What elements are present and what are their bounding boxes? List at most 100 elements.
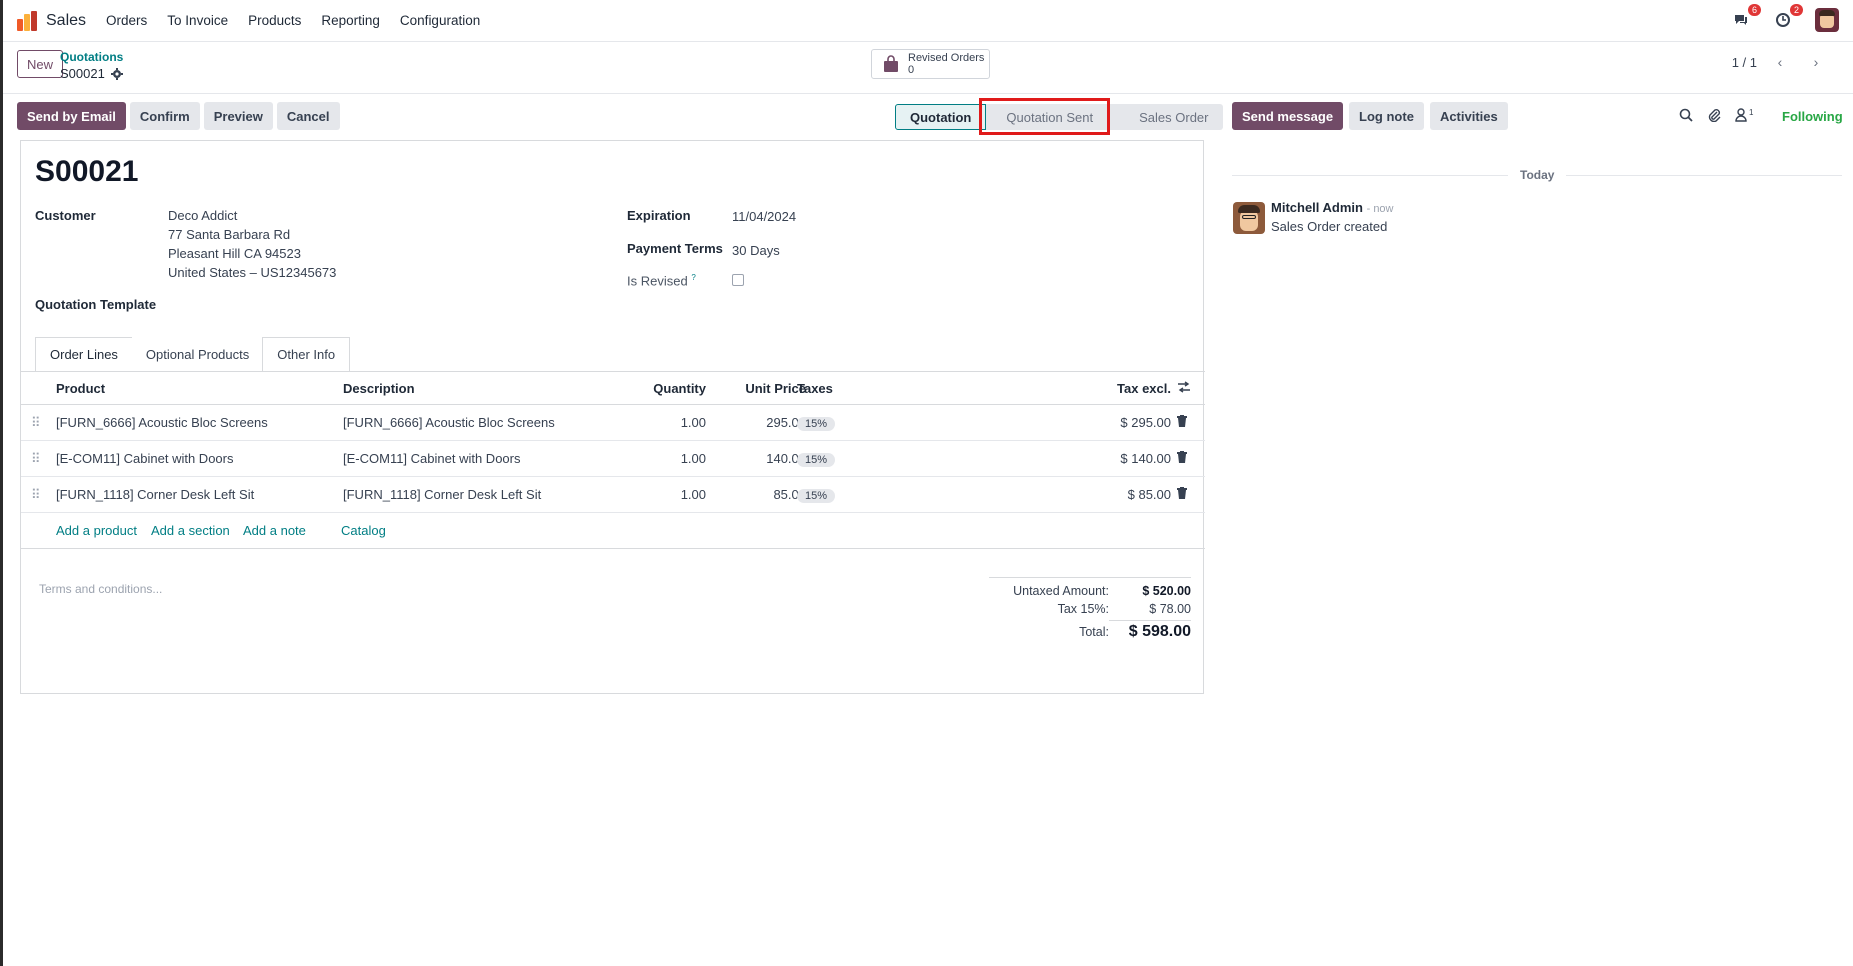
messages-icon[interactable]: 6 [1731, 4, 1761, 30]
row-description[interactable]: [FURN_6666] Acoustic Bloc Screens [343, 415, 555, 430]
preview-button[interactable]: Preview [203, 102, 273, 130]
tax-value: $ 78.00 [1149, 602, 1191, 616]
menu-configuration[interactable]: Configuration [400, 13, 480, 28]
row-product[interactable]: [FURN_6666] Acoustic Bloc Screens [56, 415, 268, 430]
row-unit-price[interactable]: 85.00 [706, 487, 806, 502]
user-avatar[interactable] [1815, 8, 1839, 32]
add-note-link[interactable]: Add a note [243, 523, 306, 538]
message-author: Mitchell Admin - now [1271, 200, 1394, 215]
table-row[interactable]: ⠿ [E-COM11] Cabinet with Doors [E-COM11]… [21, 441, 1205, 477]
tax-label: Tax 15%: [1057, 602, 1109, 616]
total-label: Total: [1079, 625, 1109, 639]
tax-badge: 15% [797, 488, 836, 503]
row-quantity[interactable]: 1.00 [581, 487, 706, 502]
send-by-email-button[interactable]: Send by Email [17, 102, 126, 130]
row-tax[interactable]: 15% [797, 451, 836, 467]
pager-previous-icon[interactable]: ‹ [1767, 51, 1793, 73]
tab-other-info[interactable]: Other Info [262, 337, 351, 371]
header-description[interactable]: Description [343, 381, 415, 396]
revised-orders-count: 0 [908, 64, 915, 76]
send-message-button[interactable]: Send message [1232, 102, 1344, 130]
add-section-link[interactable]: Add a section [151, 523, 230, 538]
pager-value[interactable]: 1 / 1 [1732, 55, 1757, 70]
activities-clock-icon[interactable]: 2 [1773, 4, 1803, 30]
row-tax[interactable]: 15% [797, 415, 836, 431]
row-quantity[interactable]: 1.00 [581, 415, 706, 430]
total-value: $ 598.00 [1109, 620, 1191, 641]
is-revised-label: Is Revised ? [627, 273, 696, 288]
row-product[interactable]: [FURN_1118] Corner Desk Left Sit [56, 487, 254, 502]
activities-button[interactable]: Activities [1429, 102, 1508, 130]
menu-reporting[interactable]: Reporting [321, 13, 380, 28]
new-button[interactable]: New [17, 50, 64, 78]
drag-handle-icon[interactable]: ⠿ [31, 415, 40, 431]
terms-and-conditions-field[interactable]: Terms and conditions... [39, 582, 162, 596]
message-author-name[interactable]: Mitchell Admin [1271, 200, 1363, 215]
breadcrumb: Quotations S00021 [60, 50, 123, 81]
header-quantity[interactable]: Quantity [581, 381, 706, 396]
sales-app-icon[interactable] [17, 10, 37, 31]
expiration-field[interactable]: 11/04/2024 [732, 207, 796, 226]
following-button[interactable]: Following [1782, 109, 1843, 124]
trash-icon[interactable] [1177, 415, 1187, 430]
add-product-link[interactable]: Add a product [56, 523, 137, 538]
gear-icon[interactable] [110, 67, 123, 80]
followers-button[interactable]: 1 [1735, 108, 1753, 122]
menu-products[interactable]: Products [248, 13, 301, 28]
row-unit-price[interactable]: 295.00 [706, 415, 806, 430]
table-row[interactable]: ⠿ [FURN_1118] Corner Desk Left Sit [FURN… [21, 477, 1205, 513]
search-icon[interactable] [1679, 108, 1693, 122]
header-unit-price[interactable]: Unit Price [706, 381, 806, 396]
header-tax-excl[interactable]: Tax excl. [1071, 381, 1171, 396]
optional-columns-icon[interactable] [1177, 380, 1191, 396]
header-product[interactable]: Product [56, 381, 105, 396]
row-product[interactable]: [E-COM11] Cabinet with Doors [56, 451, 234, 466]
drag-handle-icon[interactable]: ⠿ [31, 451, 40, 467]
trash-icon[interactable] [1177, 487, 1187, 502]
followers-count: 1 [1749, 108, 1754, 117]
cancel-button[interactable]: Cancel [276, 102, 340, 130]
totals-panel: Untaxed Amount: $ 520.00 Tax 15%: $ 78.0… [989, 577, 1191, 645]
row-description[interactable]: [FURN_1118] Corner Desk Left Sit [343, 487, 541, 502]
trash-icon[interactable] [1177, 451, 1187, 466]
payment-terms-field[interactable]: 30 Days [732, 241, 780, 260]
customer-name: Deco Addict [168, 208, 238, 223]
stage-quotation[interactable]: Quotation [895, 104, 987, 130]
stage-sales-order[interactable]: Sales Order [1113, 104, 1223, 130]
pager: 1 / 1 ‹ › [1732, 51, 1829, 73]
message-time: - now [1366, 203, 1394, 215]
row-tax[interactable]: 15% [797, 487, 836, 503]
drag-handle-icon[interactable]: ⠿ [31, 487, 40, 503]
row-description[interactable]: [E-COM11] Cabinet with Doors [343, 451, 521, 466]
highlight-box [979, 98, 1110, 135]
tab-optional-products[interactable]: Optional Products [131, 337, 264, 371]
pager-next-icon[interactable]: › [1803, 51, 1829, 73]
breadcrumb-quotations-link[interactable]: Quotations [60, 50, 123, 64]
breadcrumb-current-label: S00021 [60, 66, 105, 81]
menu-orders[interactable]: Orders [106, 13, 147, 28]
row-unit-price[interactable]: 140.00 [706, 451, 806, 466]
order-lines-table: Product Description Quantity Unit Price … [21, 372, 1205, 549]
tax-badge: 15% [797, 452, 836, 467]
paperclip-icon[interactable] [1707, 108, 1721, 122]
log-note-button[interactable]: Log note [1349, 102, 1424, 130]
table-row[interactable]: ⠿ [FURN_6666] Acoustic Bloc Screens [FUR… [21, 405, 1205, 441]
is-revised-checkbox[interactable] [732, 274, 744, 286]
activities-badge: 2 [1789, 4, 1803, 16]
chatter-icons: 1 [1679, 108, 1753, 122]
help-tooltip-icon[interactable]: ? [691, 273, 695, 282]
catalog-link[interactable]: Catalog [341, 523, 386, 538]
notebook-tabs: Order Lines Optional Products Other Info [35, 337, 351, 371]
menu-to-invoice[interactable]: To Invoice [167, 13, 228, 28]
revised-orders-label: Revised Orders [908, 52, 985, 64]
row-quantity[interactable]: 1.00 [581, 451, 706, 466]
app-name[interactable]: Sales [46, 12, 86, 30]
user-icon [1735, 108, 1747, 122]
customer-field[interactable]: Deco Addict 77 Santa Barbara Rd Pleasant… [168, 206, 336, 282]
chatter-actions: Send message Log note Activities [1232, 102, 1508, 130]
revised-orders-smart-button[interactable]: Revised Orders 0 [871, 49, 990, 79]
confirm-button[interactable]: Confirm [129, 102, 200, 130]
tab-order-lines[interactable]: Order Lines [35, 337, 133, 371]
author-avatar[interactable] [1233, 202, 1265, 234]
header-taxes[interactable]: Taxes [797, 381, 833, 396]
